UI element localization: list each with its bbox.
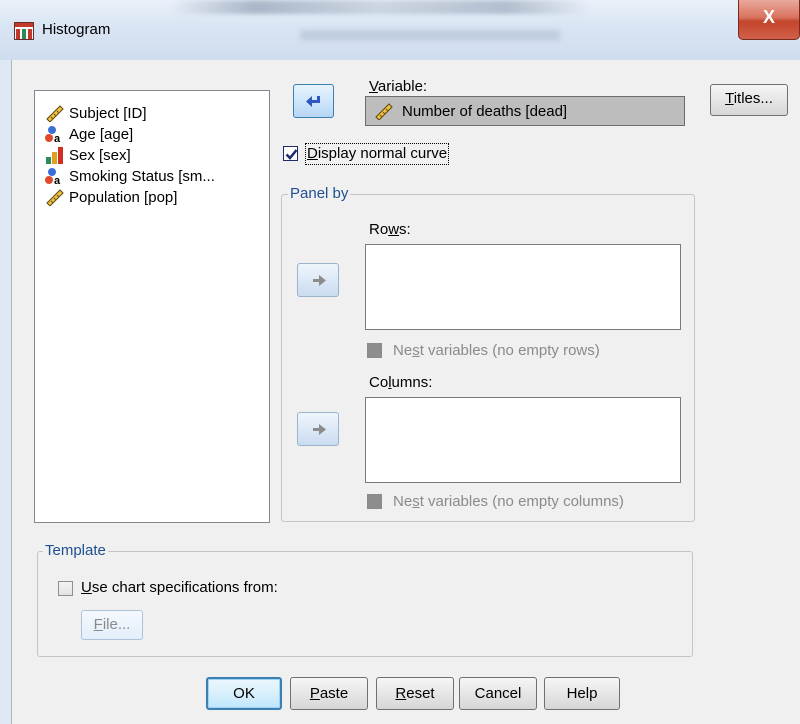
nest-columns-label: Nest variables (no empty columns) xyxy=(393,493,624,510)
variable-field-label: Variable: xyxy=(369,78,428,95)
move-to-rows-button[interactable] xyxy=(297,263,339,297)
display-normal-curve-label[interactable]: Display normal curve xyxy=(305,143,450,165)
file-button[interactable]: File... xyxy=(81,610,143,640)
scale-ruler-icon xyxy=(46,105,64,122)
source-variable-list[interactable]: Subject [ID] a Age [age] Sex [sex] a Smo… xyxy=(34,90,270,523)
variable-label: Smoking Status [sm... xyxy=(69,167,215,185)
paste-button[interactable]: Paste xyxy=(290,677,368,710)
move-variable-button[interactable] xyxy=(293,84,334,118)
nest-columns-checkbox[interactable] xyxy=(367,494,382,509)
ordinal-bars-icon xyxy=(46,147,63,164)
list-item-age[interactable]: a Age [age] xyxy=(45,124,133,144)
right-arrow-icon xyxy=(313,275,326,286)
rows-field[interactable] xyxy=(365,244,681,330)
panel-by-title: Panel by xyxy=(288,185,351,202)
nominal-icon: a xyxy=(45,168,61,185)
variable-field-value: Number of deaths [dead] xyxy=(402,103,568,120)
background-blur xyxy=(170,0,590,14)
variable-label: Population [pop] xyxy=(69,188,178,206)
scale-ruler-icon xyxy=(46,189,64,206)
titles-button[interactable]: Titles... xyxy=(710,84,788,116)
nest-rows-checkbox[interactable] xyxy=(367,343,382,358)
variable-label: Subject [ID] xyxy=(69,104,147,122)
list-item-smoking-status[interactable]: a Smoking Status [sm... xyxy=(45,166,215,186)
help-button[interactable]: Help xyxy=(544,677,620,710)
variable-label: Age [age] xyxy=(69,125,134,143)
display-normal-curve-checkbox[interactable] xyxy=(283,146,298,161)
svg-text:a: a xyxy=(54,133,61,143)
list-item-sex[interactable]: Sex [sex] xyxy=(45,145,131,165)
nest-rows-label: Nest variables (no empty rows) xyxy=(393,342,600,359)
reset-button[interactable]: Reset xyxy=(376,677,454,710)
nominal-icon: a xyxy=(45,126,61,143)
right-arrow-icon xyxy=(313,424,326,435)
cancel-button[interactable]: Cancel xyxy=(459,677,537,710)
columns-field[interactable] xyxy=(365,397,681,483)
variable-field[interactable]: Number of deaths [dead] xyxy=(365,96,685,126)
list-item-subject[interactable]: Subject [ID] xyxy=(45,103,147,123)
variable-label: Sex [sex] xyxy=(69,146,131,164)
title-bar: Histogram X xyxy=(0,0,800,60)
histogram-app-icon xyxy=(14,22,34,40)
window-title: Histogram xyxy=(42,21,111,38)
left-arrow-icon xyxy=(306,96,320,107)
close-button[interactable]: X xyxy=(738,0,800,40)
list-item-population[interactable]: Population [pop] xyxy=(45,187,177,207)
template-title: Template xyxy=(43,542,108,559)
checkmark-icon xyxy=(285,149,298,160)
scale-ruler-icon xyxy=(375,103,393,120)
use-chart-specifications-checkbox[interactable] xyxy=(58,581,73,596)
ok-button[interactable]: OK xyxy=(206,677,282,710)
svg-text:a: a xyxy=(54,175,61,185)
background-blur xyxy=(300,30,560,40)
template-group xyxy=(37,551,693,657)
move-to-columns-button[interactable] xyxy=(297,412,339,446)
columns-label: Columns: xyxy=(369,374,433,391)
use-chart-specifications-label: Use chart specifications from: xyxy=(81,579,278,596)
rows-label: Rows: xyxy=(369,221,411,238)
